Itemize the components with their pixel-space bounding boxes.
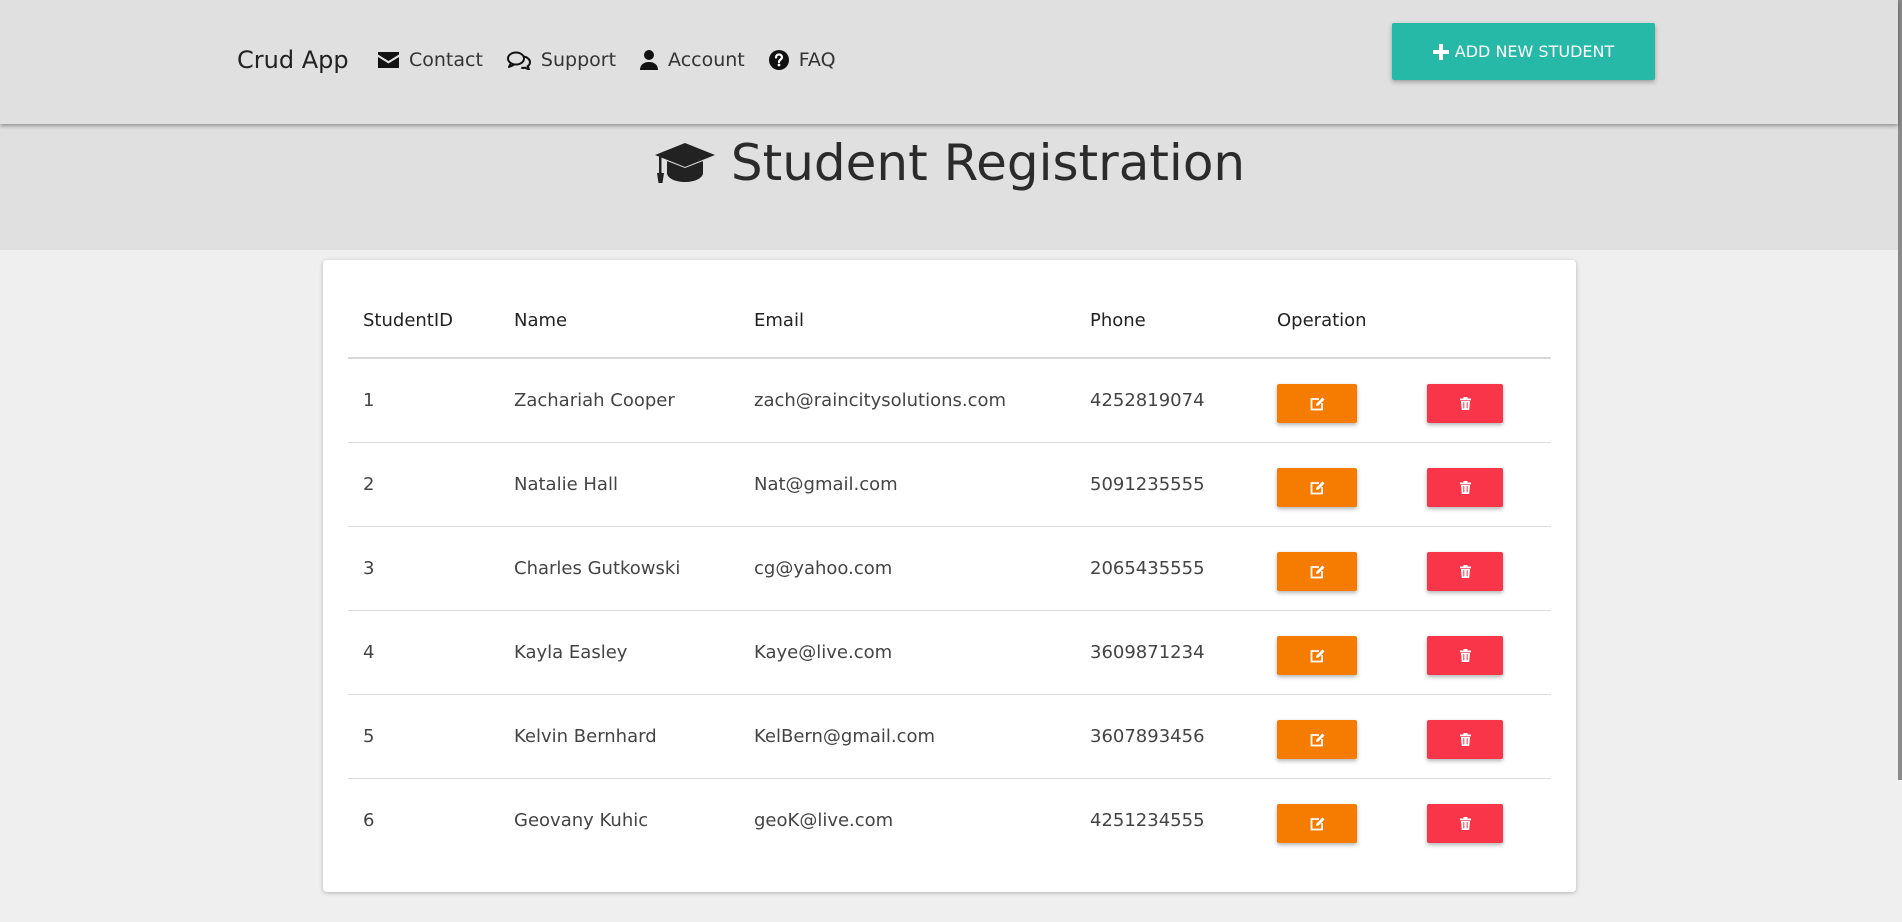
cell-studentid: 6 [363, 810, 375, 831]
cell-studentid: 4 [348, 610, 499, 695]
cell-delete [1412, 442, 1551, 527]
nav-link-contact-label: Contact [409, 49, 483, 71]
cell-email: zach@raincitysolutions.com [739, 358, 1075, 443]
envelope-icon [378, 52, 399, 68]
cell-name: Charles Gutkowski [499, 526, 739, 611]
cell-edit [1262, 358, 1412, 443]
header-blank [1412, 284, 1551, 359]
cell-delete [1412, 694, 1551, 779]
trash-icon [1459, 397, 1471, 410]
cell-email: Nat@gmail.com [739, 442, 1075, 527]
cell-name: Geovany Kuhic [514, 810, 649, 831]
cell-edit [1262, 610, 1412, 695]
navbar: Crud App Contact Support Account FAQ ADD… [0, 0, 1898, 124]
cell-studentid: 3 [348, 526, 499, 611]
edit-icon [1310, 481, 1324, 494]
nav-link-faq[interactable]: FAQ [768, 49, 836, 71]
edit-button[interactable] [1277, 384, 1357, 423]
delete-button[interactable] [1427, 552, 1503, 591]
edit-button[interactable] [1277, 552, 1357, 591]
delete-button[interactable] [1427, 804, 1503, 843]
cell-studentid: 2 [348, 442, 499, 527]
user-icon [640, 50, 659, 70]
cell-edit [1262, 779, 1412, 863]
plus-icon [1432, 43, 1449, 60]
comments-icon [506, 51, 531, 70]
edit-icon [1310, 649, 1324, 662]
header-studentid: StudentID [348, 284, 499, 359]
table-row: 6 Geovany Kuhic geoK@live.com 4251234555 [348, 779, 1551, 863]
cell-phone: 3607893456 [1075, 694, 1262, 779]
nav-link-support-label: Support [540, 49, 617, 71]
delete-button[interactable] [1427, 384, 1503, 423]
table-header-row: StudentID Name Email Phone Operation [348, 284, 1551, 359]
edit-button[interactable] [1277, 468, 1357, 507]
page-header: Student Registration [0, 124, 1898, 250]
cell-edit [1262, 694, 1412, 779]
trash-icon [1459, 733, 1471, 746]
cell-studentid: 5 [348, 694, 499, 779]
students-card: StudentID Name Email Phone Operation 1 Z… [323, 260, 1576, 892]
cell-email: Kaye@live.com [739, 610, 1075, 695]
trash-icon [1459, 481, 1471, 494]
trash-icon [1459, 817, 1471, 830]
delete-button[interactable] [1427, 720, 1503, 759]
cell-email: KelBern@gmail.com [739, 694, 1075, 779]
add-new-student-label: ADD NEW STUDENT [1454, 42, 1615, 61]
nav-link-faq-label: FAQ [798, 49, 836, 71]
cell-delete [1412, 526, 1551, 611]
cell-name: Natalie Hall [499, 442, 739, 527]
nav-link-support[interactable]: Support [506, 49, 617, 71]
table-row: 3 Charles Gutkowski cg@yahoo.com 2065435… [348, 526, 1551, 611]
edit-button[interactable] [1277, 720, 1357, 759]
cell-phone: 2065435555 [1075, 526, 1262, 611]
cell-phone: 4252819074 [1075, 358, 1262, 443]
table-row: 4 Kayla Easley Kaye@live.com 3609871234 [348, 610, 1551, 695]
graduation-cap-icon [654, 143, 715, 183]
cell-phone: 5091235555 [1075, 442, 1262, 527]
edit-button[interactable] [1277, 804, 1357, 843]
table-row: 2 Natalie Hall Nat@gmail.com 5091235555 [348, 442, 1551, 527]
cell-email: cg@yahoo.com [739, 526, 1075, 611]
nav-link-account-label: Account [668, 49, 745, 71]
header-name: Name [499, 284, 739, 359]
cell-delete [1412, 358, 1551, 443]
cell-delete [1412, 610, 1551, 695]
nav-link-contact[interactable]: Contact [378, 49, 483, 71]
delete-button[interactable] [1427, 468, 1503, 507]
delete-button[interactable] [1427, 636, 1503, 675]
cell-studentid: 1 [348, 358, 499, 443]
cell-name: Zachariah Cooper [499, 358, 739, 443]
question-circle-icon [768, 50, 789, 70]
page-title-text: Student Registration [730, 134, 1246, 192]
edit-icon [1310, 565, 1324, 578]
page-title: Student Registration [0, 128, 1898, 198]
edit-icon [1310, 817, 1324, 830]
nav-links: Contact Support Account FAQ [378, 49, 860, 71]
table-row: 5 Kelvin Bernhard KelBern@gmail.com 3607… [348, 694, 1551, 779]
cell-edit [1262, 442, 1412, 527]
nav-link-account[interactable]: Account [640, 49, 745, 71]
trash-icon [1459, 565, 1471, 578]
header-phone: Phone [1075, 284, 1262, 359]
cell-name: Kayla Easley [499, 610, 739, 695]
edit-icon [1310, 397, 1324, 410]
window-edge [1898, 0, 1902, 780]
add-new-student-button[interactable]: ADD NEW STUDENT [1392, 23, 1655, 80]
cell-delete [1412, 779, 1551, 863]
students-table: StudentID Name Email Phone Operation 1 Z… [348, 284, 1551, 862]
cell-email: geoK@live.com [754, 810, 894, 831]
header-email: Email [739, 284, 1075, 359]
edit-button[interactable] [1277, 636, 1357, 675]
edit-icon [1310, 733, 1324, 746]
cell-name: Kelvin Bernhard [499, 694, 739, 779]
cell-edit [1262, 526, 1412, 611]
cell-phone: 4251234555 [1090, 810, 1205, 831]
cell-phone: 3609871234 [1075, 610, 1262, 695]
brand-link[interactable]: Crud App [237, 46, 349, 74]
table-row: 1 Zachariah Cooper zach@raincitysolution… [348, 358, 1551, 443]
trash-icon [1459, 649, 1471, 662]
header-operation: Operation [1262, 284, 1412, 359]
